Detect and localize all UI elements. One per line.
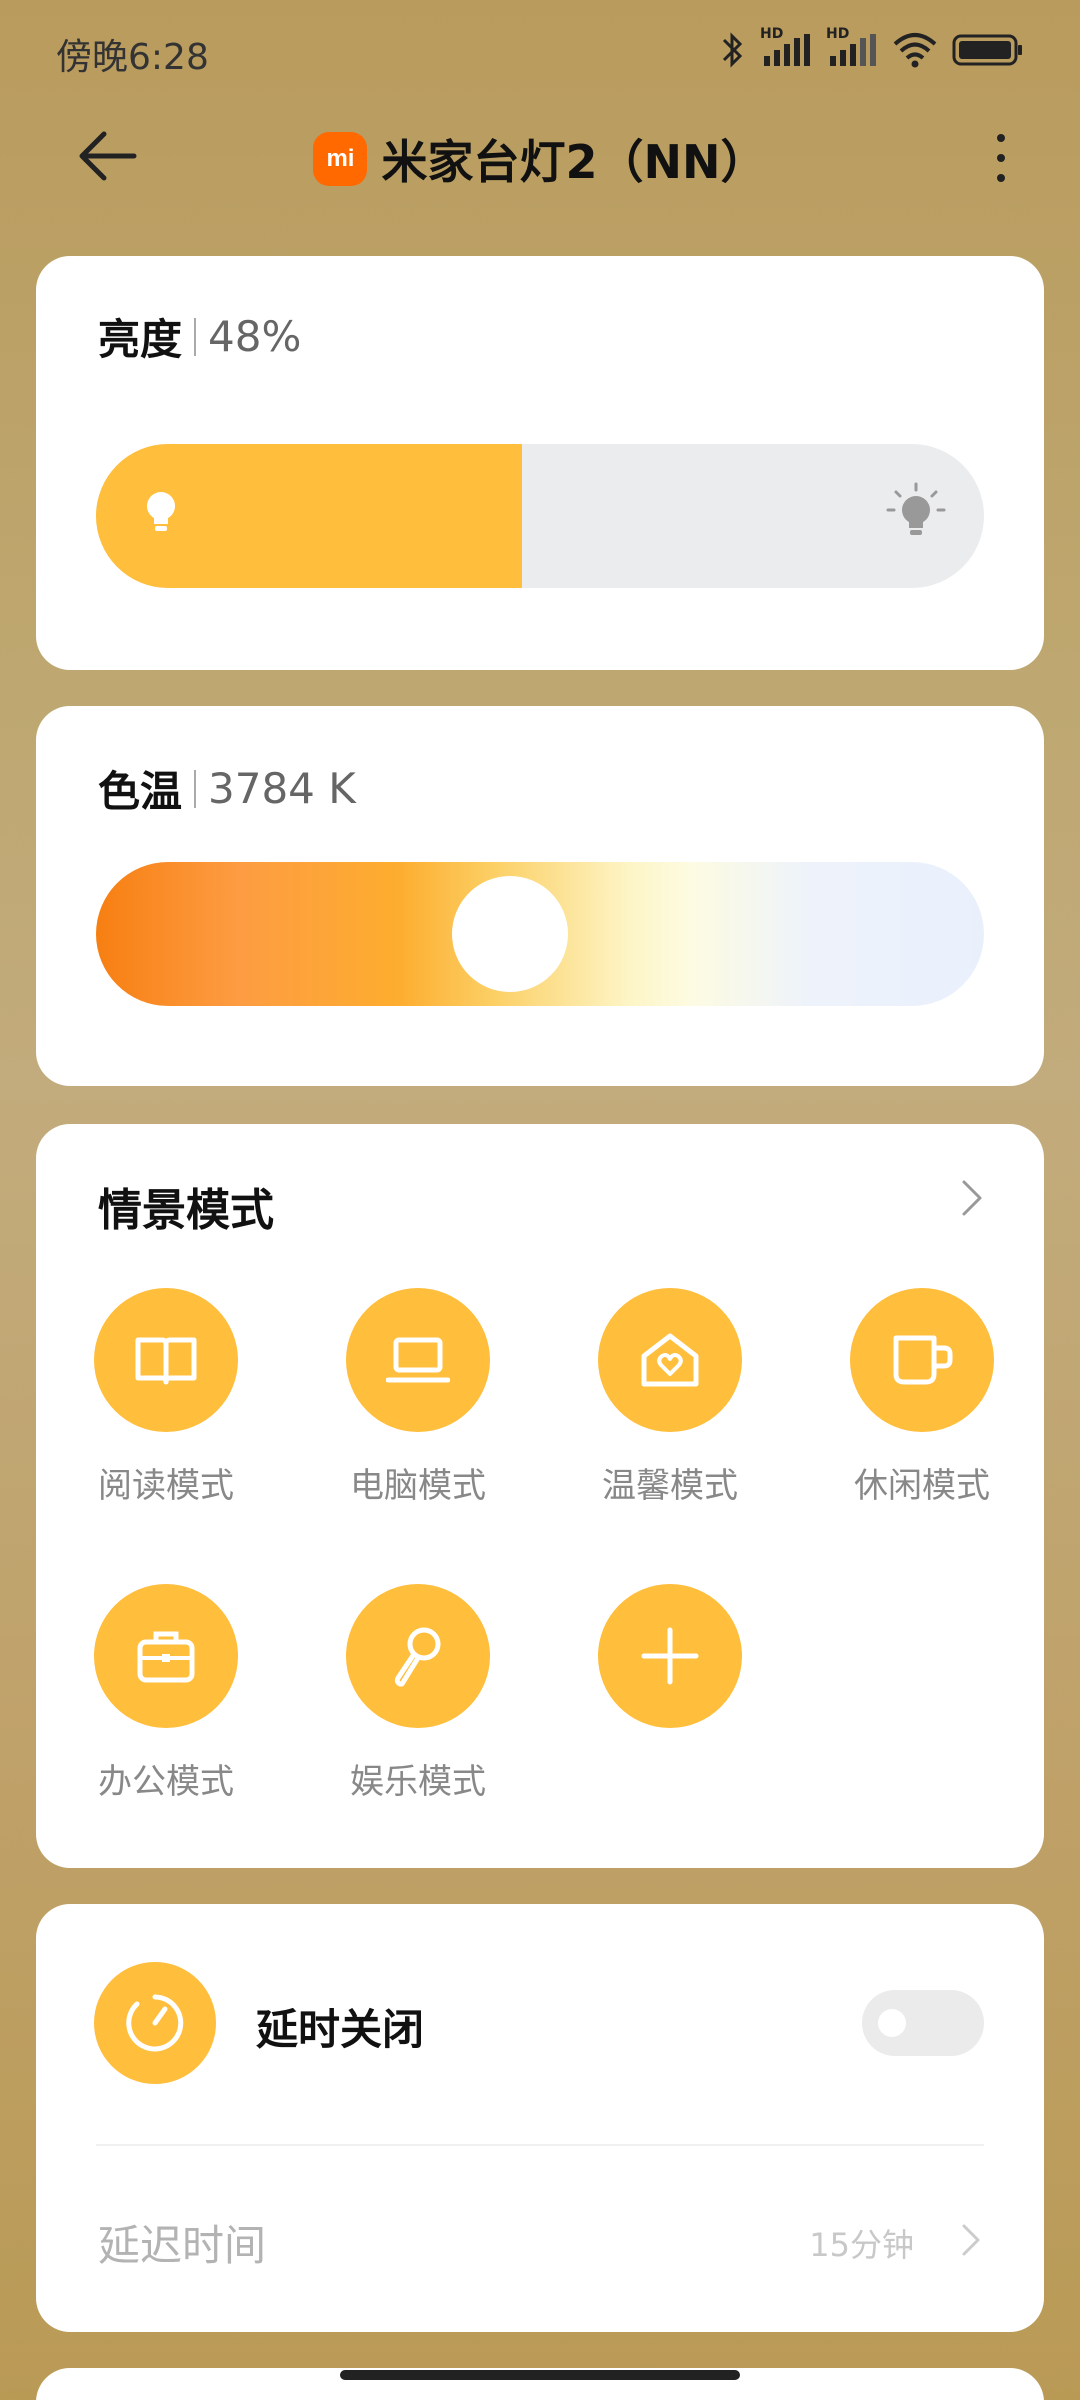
title-wrap: mi 米家台灯2（NN）: [0, 126, 1080, 192]
divider: [194, 317, 197, 356]
scene-add[interactable]: [594, 1584, 746, 1728]
divider: [194, 769, 197, 808]
home-heart-icon: [641, 1333, 699, 1387]
bulb-dim-icon: [147, 492, 175, 531]
divider: [96, 2144, 984, 2146]
scene-computer[interactable]: 电脑模式: [342, 1288, 494, 1507]
scene-leisure[interactable]: 休闲模式: [846, 1288, 998, 1507]
cup-icon: [893, 1335, 953, 1385]
scene-leisure-button[interactable]: [850, 1288, 994, 1432]
signal-1-icon: HD: [760, 26, 812, 68]
bluetooth-icon: [722, 32, 743, 68]
dot: [997, 154, 1005, 162]
brightness-card: 亮度 48%: [36, 256, 1044, 670]
scene-entertainment-label: 娱乐模式: [350, 1762, 486, 1802]
home-indicator[interactable]: [340, 2370, 740, 2380]
delay-off-label: 延时关闭: [256, 2005, 425, 2054]
book-icon: [135, 1337, 197, 1385]
timer-icon-wrap: [94, 1962, 216, 2084]
timer-icon: [126, 1994, 184, 2052]
color-temp-label: 色温: [98, 767, 183, 816]
delay-off-toggle[interactable]: [862, 1990, 984, 2056]
bulb-bright-icon: [886, 482, 946, 535]
page-title: 米家台灯2（NN）: [381, 135, 767, 189]
timer-card: 延时关闭 延迟时间 15分钟: [36, 1904, 1044, 2332]
scene-reading-label: 阅读模式: [98, 1466, 234, 1506]
scene-cozy-label: 温馨模式: [602, 1466, 738, 1506]
toggle-knob: [878, 2009, 906, 2037]
scene-card: 情景模式 阅读模式 电脑模式 温馨模式 休闲模式 办公模式 娱乐模式: [36, 1124, 1044, 1868]
color-temp-slider[interactable]: [96, 862, 984, 1006]
scene-title: 情景模式: [98, 1185, 274, 1236]
scene-entertainment-button[interactable]: [346, 1584, 490, 1728]
color-temp-label-row: 色温 3784 K: [98, 758, 356, 819]
add-scene-button[interactable]: [598, 1584, 742, 1728]
scene-office[interactable]: 办公模式: [90, 1584, 242, 1803]
color-temp-knob[interactable]: [452, 876, 568, 992]
brightness-slider[interactable]: [96, 444, 984, 588]
delay-time-label[interactable]: 延迟时间: [98, 2212, 266, 2273]
header: mi 米家台灯2（NN）: [0, 100, 1080, 220]
brightness-label-row: 亮度 48%: [98, 306, 301, 367]
scene-leisure-label: 休闲模式: [854, 1466, 990, 1506]
chevron-right-icon[interactable]: [960, 1178, 984, 1218]
status-bar: 傍晚6:28 HD HD: [0, 0, 1080, 100]
delay-time-value[interactable]: 15分钟: [809, 2220, 914, 2266]
chevron-right-icon[interactable]: [960, 2222, 982, 2258]
signal-2-icon: HD: [826, 26, 878, 68]
status-time: 傍晚6:28: [56, 37, 209, 78]
scene-office-button[interactable]: [94, 1584, 238, 1728]
mi-logo: mi: [313, 132, 368, 186]
color-temp-card: 色温 3784 K: [36, 706, 1044, 1086]
scene-cozy[interactable]: 温馨模式: [594, 1288, 746, 1507]
dot: [997, 174, 1005, 182]
wifi-icon: [893, 33, 937, 68]
plus-icon: [641, 1627, 699, 1685]
scene-reading[interactable]: 阅读模式: [90, 1288, 242, 1507]
scene-entertainment[interactable]: 娱乐模式: [342, 1584, 494, 1803]
scene-reading-button[interactable]: [94, 1288, 238, 1432]
scene-office-label: 办公模式: [98, 1762, 234, 1802]
more-menu-button[interactable]: [976, 128, 1026, 188]
scene-cozy-button[interactable]: [598, 1288, 742, 1432]
status-icons: HD HD: [720, 26, 1024, 70]
battery-icon: [952, 34, 1022, 66]
dot: [997, 134, 1005, 142]
color-temp-value: 3784 K: [208, 764, 356, 813]
briefcase-icon: [137, 1631, 195, 1683]
laptop-icon: [386, 1337, 450, 1383]
brightness-value: 48%: [208, 312, 302, 361]
scene-computer-button[interactable]: [346, 1288, 490, 1432]
scene-computer-label: 电脑模式: [350, 1466, 486, 1506]
brightness-label: 亮度: [98, 315, 183, 364]
microphone-icon: [394, 1627, 441, 1687]
